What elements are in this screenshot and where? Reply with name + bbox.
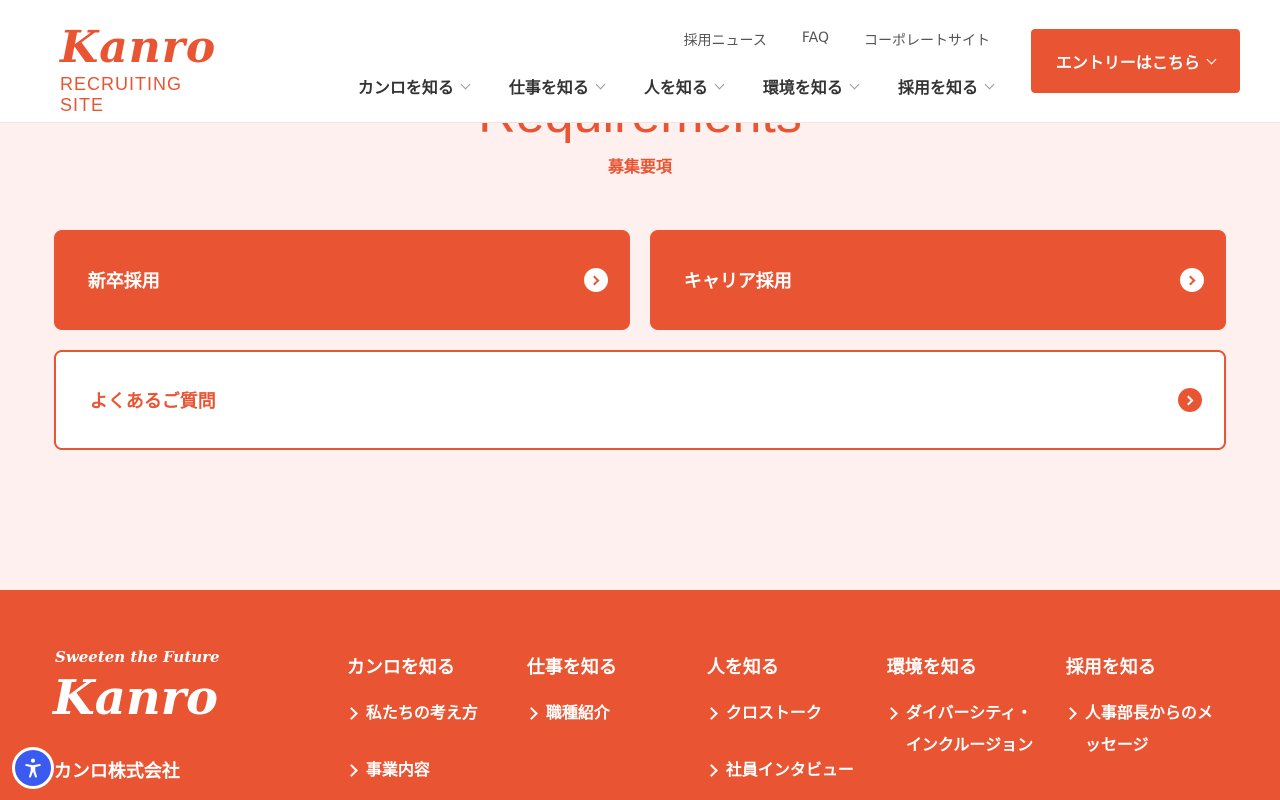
card-career[interactable]: キャリア採用: [650, 230, 1226, 330]
card-faq[interactable]: よくあるご質問: [54, 350, 1226, 450]
footer-link[interactable]: ダイバーシティ・インクルージョン: [887, 697, 1047, 761]
card-label: キャリア採用: [684, 271, 792, 292]
subnav-corporate[interactable]: コーポレートサイト: [864, 30, 990, 50]
chevron-down-icon: [849, 79, 860, 89]
site-logo[interactable]: Kanro RECRUITING SITE: [60, 26, 230, 116]
entry-label: エントリーはこちら: [1055, 53, 1200, 72]
footer-column-title[interactable]: 環境を知る: [887, 653, 1047, 679]
nav-environment[interactable]: 環境を知る: [763, 74, 860, 98]
main-navigation: カンロを知る 仕事を知る 人を知る 環境を知る 採用を知る: [358, 74, 1033, 98]
card-label: よくあるご質問: [90, 391, 216, 412]
chevron-down-icon: [460, 79, 471, 89]
footer-column-title[interactable]: 人を知る: [707, 653, 877, 679]
chevron-down-icon: [1206, 54, 1217, 64]
footer-column: 環境を知る ダイバーシティ・インクルージョン: [887, 653, 1047, 786]
footer-link[interactable]: 事業内容: [347, 754, 517, 786]
footer-link[interactable]: 人事部長からのメッセージ: [1066, 697, 1216, 761]
nav-recruitment[interactable]: 採用を知る: [898, 74, 995, 98]
footer-logo[interactable]: Kanro: [53, 670, 218, 726]
card-new-graduate[interactable]: 新卒採用: [54, 230, 630, 330]
footer-column-title[interactable]: 仕事を知る: [527, 653, 697, 679]
footer-link[interactable]: クロストーク: [707, 697, 877, 729]
footer-column: 人を知る クロストーク 社員インタビュー: [707, 653, 877, 800]
nav-label: カンロを知る: [358, 78, 455, 97]
nav-label: 仕事を知る: [509, 78, 590, 97]
nav-jobs[interactable]: 仕事を知る: [509, 74, 606, 98]
chevron-right-circle-icon: [1178, 388, 1202, 412]
footer-column: 採用を知る 人事部長からのメッセージ: [1066, 653, 1216, 786]
footer-company-name: カンロ株式会社: [54, 761, 180, 782]
footer-column: 仕事を知る 職種紹介: [527, 653, 697, 754]
chevron-down-icon: [984, 79, 995, 89]
entry-button[interactable]: エントリーはこちら: [1031, 29, 1240, 93]
chevron-down-icon: [714, 79, 725, 89]
footer-link[interactable]: 職種紹介: [527, 697, 697, 729]
nav-label: 採用を知る: [898, 78, 979, 97]
chevron-down-icon: [595, 79, 606, 89]
footer-link[interactable]: 私たちの考え方: [347, 697, 517, 729]
footer-column-title[interactable]: カンロを知る: [347, 653, 517, 679]
logo-wordmark: Kanro: [60, 22, 217, 73]
nav-label: 環境を知る: [763, 78, 844, 97]
footer-tagline: Sweeten the Future: [55, 648, 220, 666]
footer-column: カンロを知る 私たちの考え方 事業内容: [347, 653, 517, 800]
subnav-faq[interactable]: FAQ: [802, 30, 829, 50]
card-label: 新卒採用: [88, 271, 160, 292]
chevron-right-circle-icon: [1180, 268, 1204, 292]
nav-label: 人を知る: [644, 78, 709, 97]
section-subtitle: 募集要項: [607, 157, 672, 176]
footer-link[interactable]: 社員インタビュー: [707, 754, 877, 786]
site-header: Kanro RECRUITING SITE 採用ニュース FAQ コーポレートサ…: [0, 0, 1280, 123]
chevron-right-circle-icon: [584, 268, 608, 292]
logo-subtitle: RECRUITING SITE: [60, 74, 182, 115]
site-footer: Sweeten the Future Kanro カンロ株式会社 カンロを知る …: [0, 590, 1280, 800]
nav-people[interactable]: 人を知る: [644, 74, 725, 98]
nav-about-kanro[interactable]: カンロを知る: [358, 74, 471, 98]
footer-column-title[interactable]: 採用を知る: [1066, 653, 1216, 679]
sub-navigation: 採用ニュース FAQ コーポレートサイト: [684, 30, 990, 50]
accessibility-icon[interactable]: [12, 747, 54, 789]
subnav-news[interactable]: 採用ニュース: [684, 30, 767, 50]
